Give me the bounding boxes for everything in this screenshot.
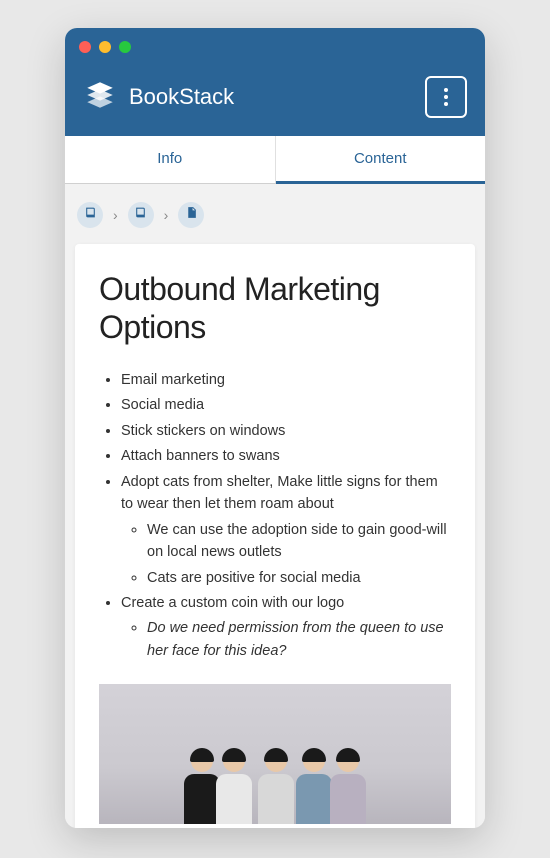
page-title: Outbound Marketing Options [99,270,451,347]
list-item: Email marketing [121,369,451,391]
breadcrumb-chapter[interactable] [128,202,154,228]
titlebar [65,28,485,66]
app-header: BookStack [65,66,485,136]
chevron-right-icon: › [113,207,118,223]
list-item: Adopt cats from shelter, Make little sig… [121,471,451,589]
book-icon [84,206,97,224]
list-item: Stick stickers on windows [121,420,451,442]
breadcrumb: › › [65,184,485,238]
chevron-right-icon: › [164,207,169,223]
tab-bar: Info Content [65,136,485,184]
brand[interactable]: BookStack [83,78,234,117]
list-item: Cats are positive for social media [147,567,451,589]
bookstack-logo-icon [83,78,117,117]
page-card: Outbound Marketing Options Email marketi… [75,244,475,828]
list-item: Create a custom coin with our logo Do we… [121,592,451,662]
book-icon [134,206,147,224]
list-item: Social media [121,394,451,416]
content-image [99,684,451,824]
list-item-text: Adopt cats from shelter, Make little sig… [121,474,438,512]
content-list: Email marketing Social media Stick stick… [99,369,451,663]
list-item: Attach banners to swans [121,445,451,467]
page-icon [185,206,198,224]
app-name: BookStack [129,84,234,110]
maximize-window-button[interactable] [119,41,131,53]
breadcrumb-page[interactable] [178,202,204,228]
list-item: We can use the adoption side to gain goo… [147,519,451,564]
list-item: Do we need permission from the queen to … [147,617,451,662]
tab-info[interactable]: Info [65,136,276,183]
app-window: BookStack Info Content › › [65,28,485,828]
sub-list: We can use the adoption side to gain goo… [121,519,451,589]
minimize-window-button[interactable] [99,41,111,53]
tab-content[interactable]: Content [276,136,486,184]
dots-vertical-icon [444,88,448,106]
breadcrumb-book[interactable] [77,202,103,228]
content-scroll[interactable]: › › Outbound Marketing Options Email mar… [65,184,485,828]
sub-list: Do we need permission from the queen to … [121,617,451,662]
overflow-menu-button[interactable] [425,76,467,118]
close-window-button[interactable] [79,41,91,53]
list-item-text: Create a custom coin with our logo [121,595,344,611]
